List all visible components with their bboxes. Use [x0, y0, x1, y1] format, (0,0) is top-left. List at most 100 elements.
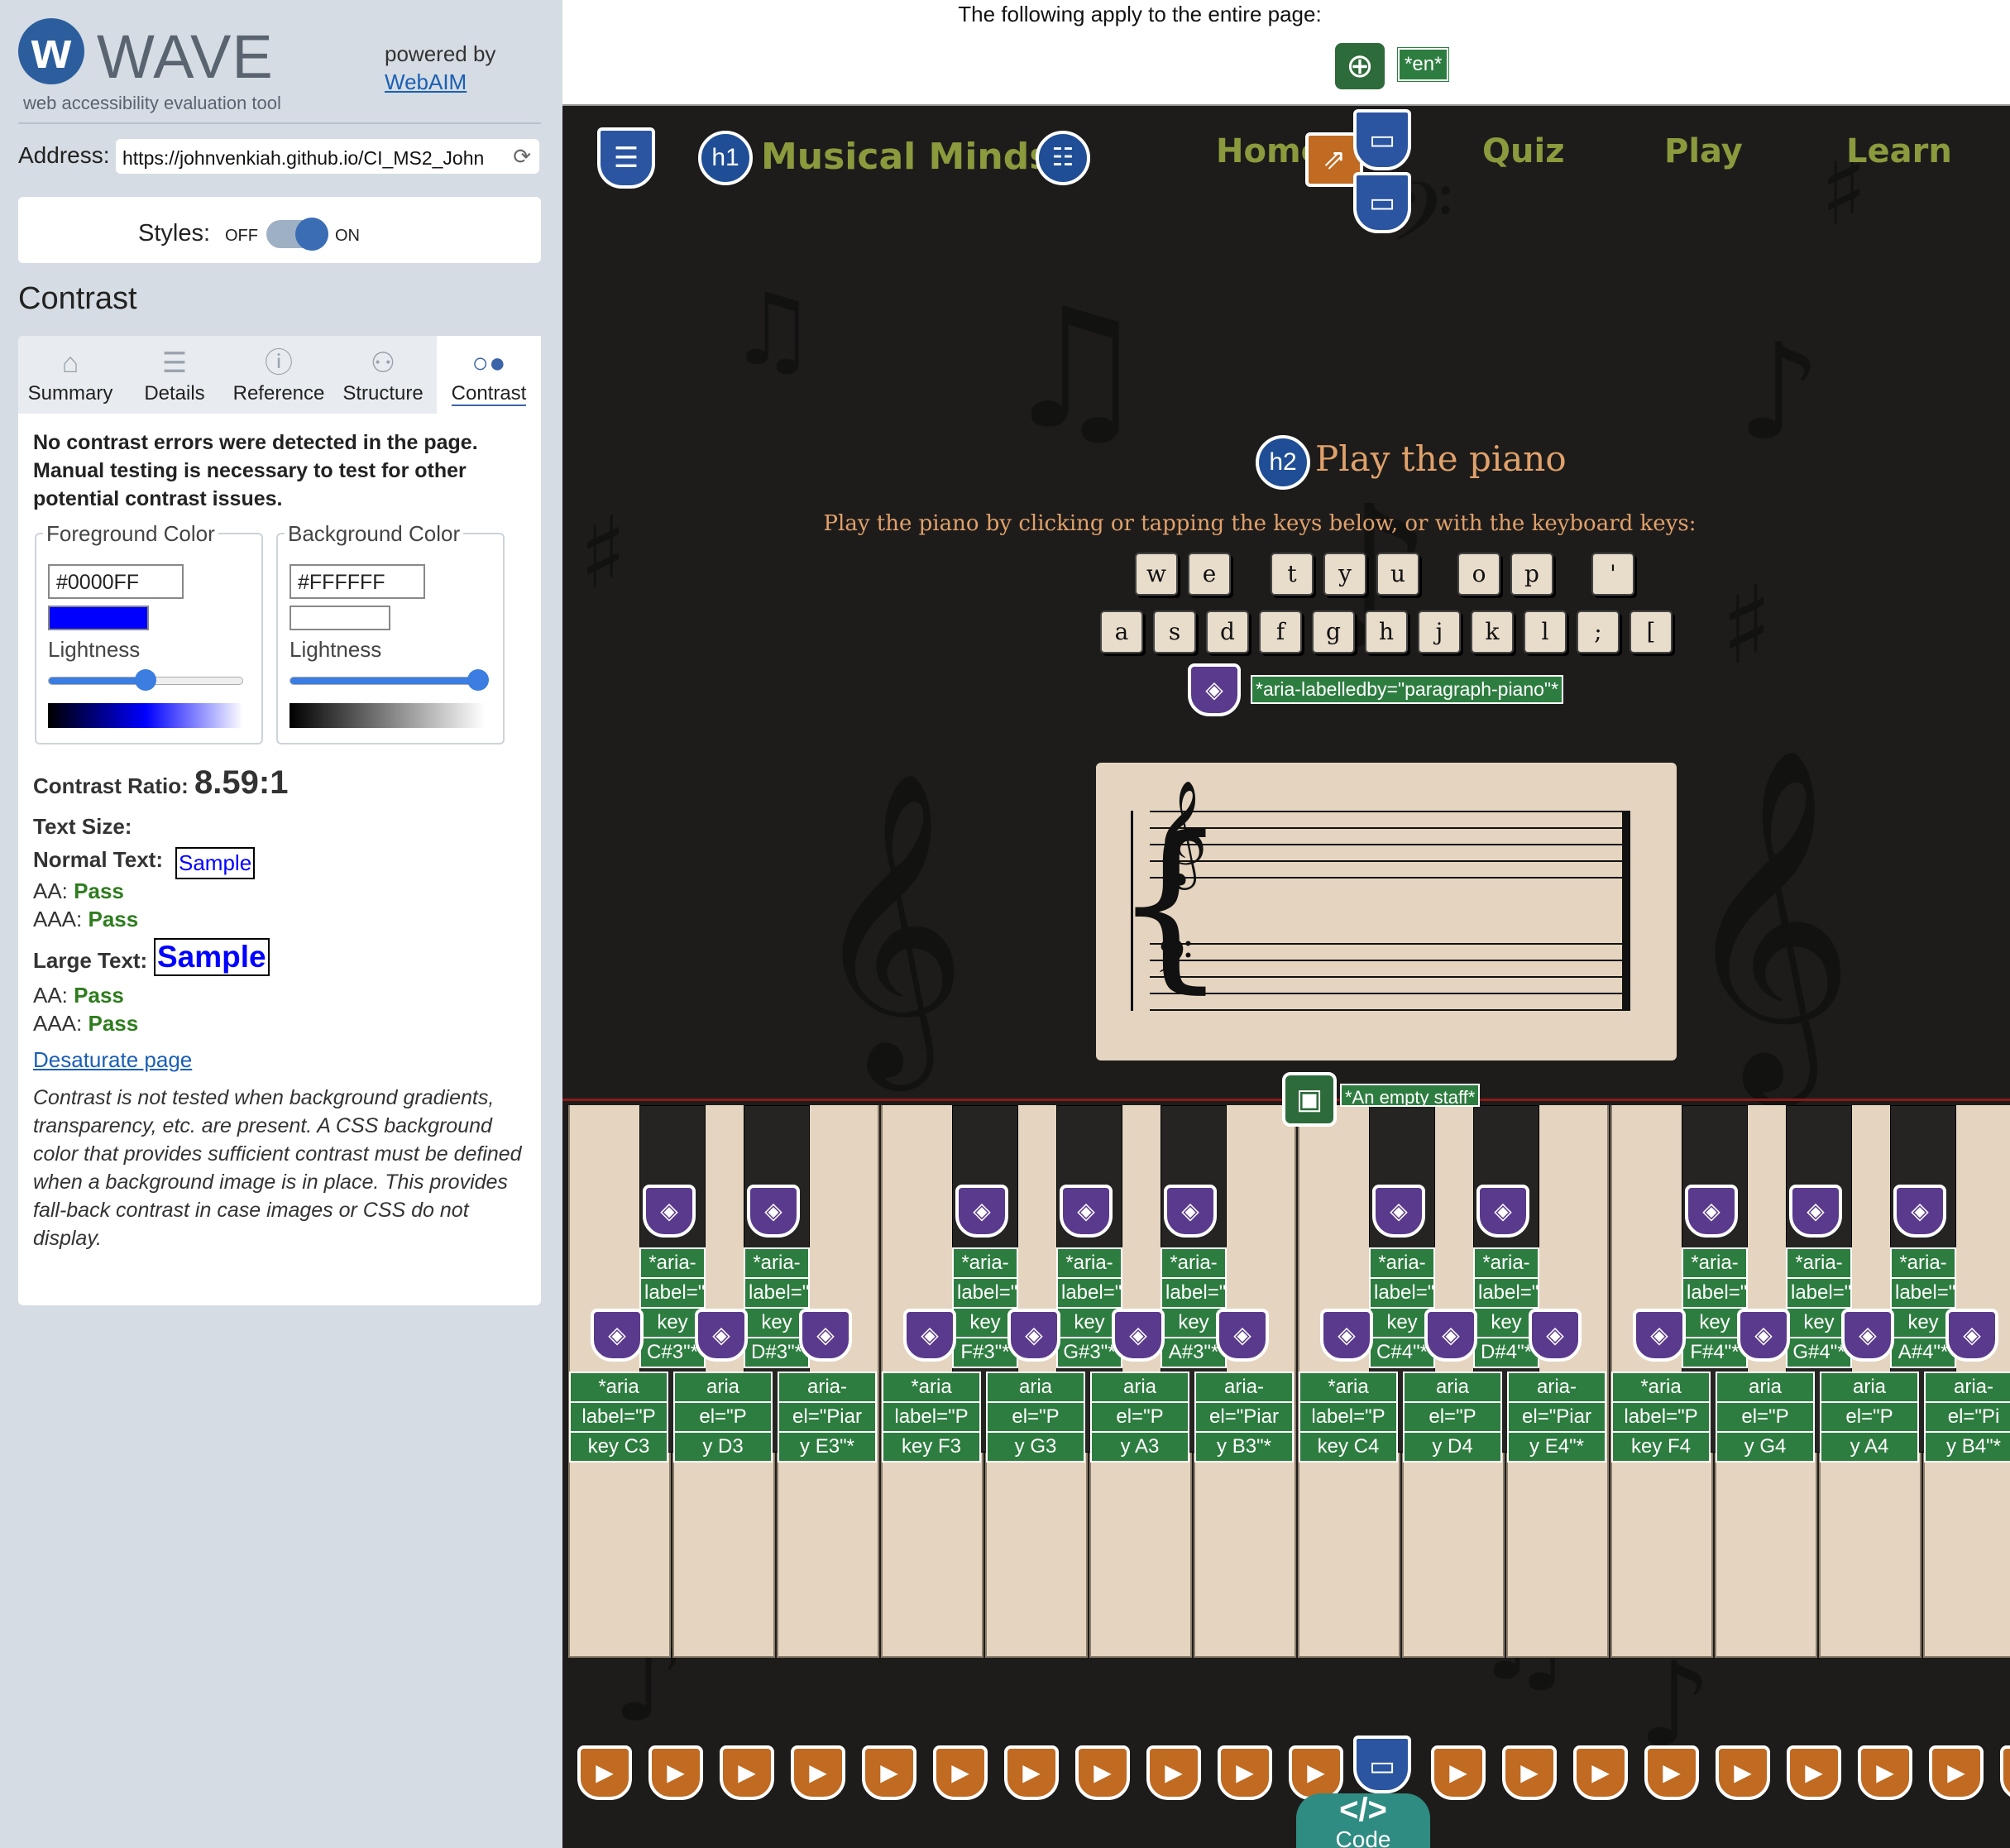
region-icon[interactable]: ▭ — [1353, 109, 1411, 170]
styles-toggle[interactable] — [266, 218, 328, 251]
aria-label-text[interactable]: el="P — [673, 1401, 773, 1433]
aria-tag-icon[interactable]: ◈ — [695, 1309, 748, 1362]
aria-label-text[interactable]: *aria — [1299, 1372, 1398, 1403]
aria-tag-icon[interactable]: ◈ — [1945, 1309, 1998, 1362]
aria-label-text[interactable]: label="Piano — [1473, 1277, 1539, 1309]
audio-alert-icon[interactable]: ▶ — [1075, 1745, 1130, 1800]
aria-label-text[interactable]: el="P — [1403, 1401, 1502, 1433]
aria-label-text[interactable]: label="Piano — [744, 1277, 810, 1309]
aria-label-text[interactable]: label="Piano — [1890, 1277, 1956, 1309]
aria-label-text[interactable]: label="Pian — [639, 1277, 706, 1309]
tab-summary[interactable]: ⌂ Summary — [18, 336, 122, 414]
heading-level-badge[interactable]: h1 — [698, 131, 753, 185]
aria-label-text[interactable]: el="P — [1820, 1401, 1919, 1433]
aria-label-text[interactable]: y A3 — [1090, 1431, 1189, 1463]
nav-learn[interactable]: Learn — [1846, 132, 1952, 170]
aria-label-text[interactable]: label="Pian — [1369, 1277, 1435, 1309]
audio-alert-icon[interactable]: ▶ — [1716, 1745, 1770, 1800]
aria-tag-icon[interactable]: ◈ — [1737, 1309, 1790, 1362]
aria-tag-icon[interactable]: ◈ — [591, 1309, 644, 1362]
aria-label-text[interactable]: *aria — [1611, 1372, 1711, 1403]
aria-label-text[interactable]: *aria — [882, 1372, 981, 1403]
globe-icon[interactable]: ⊕ — [1335, 43, 1385, 89]
aria-label-text[interactable]: label="P — [569, 1401, 668, 1433]
aria-label-text[interactable]: el="Piar — [1507, 1401, 1606, 1433]
site-brand[interactable]: Musical Minds — [761, 136, 1050, 178]
aria-tag-icon[interactable]: ◈ — [1060, 1185, 1113, 1238]
audio-alert-icon[interactable]: ▶ — [720, 1745, 774, 1800]
audio-alert-icon[interactable]: ▶ — [1502, 1745, 1557, 1800]
aria-tag-icon[interactable]: ◈ — [1841, 1309, 1894, 1362]
aria-tag-icon[interactable]: ◈ — [747, 1185, 800, 1238]
audio-alert-icon[interactable]: ▶ — [1218, 1745, 1272, 1800]
audio-alert-icon[interactable]: ▶ — [577, 1745, 632, 1800]
aria-tag-icon[interactable]: ◈ — [1112, 1309, 1165, 1362]
aria-label-text[interactable]: aria- — [778, 1372, 877, 1403]
aria-tag-icon[interactable]: ◈ — [1164, 1185, 1217, 1238]
aria-label-text[interactable]: el="P — [1090, 1401, 1189, 1433]
aria-label-text[interactable]: *aria- — [1682, 1247, 1748, 1279]
aria-label-text[interactable]: key F4 — [1611, 1431, 1711, 1463]
aria-label-text[interactable]: el="Pi — [1924, 1401, 2010, 1433]
aria-tag-icon[interactable]: ◈ — [1633, 1309, 1686, 1362]
aria-label-text[interactable]: el="P — [1716, 1401, 1815, 1433]
heading-level-badge[interactable]: h2 — [1256, 435, 1310, 490]
aria-label-text[interactable]: aria — [986, 1372, 1085, 1403]
aria-label-text[interactable]: *aria- — [1786, 1247, 1852, 1279]
aria-tag-icon[interactable]: ◈ — [1007, 1309, 1060, 1362]
audio-alert-icon[interactable]: ▶ — [1929, 1745, 1984, 1800]
aria-label-text[interactable]: label="Pian — [1056, 1277, 1122, 1309]
structure-icon[interactable]: ☰ — [597, 127, 655, 189]
slider-knob[interactable] — [135, 669, 156, 691]
audio-alert-icon[interactable]: ▶ — [1289, 1745, 1343, 1800]
aria-tag-icon[interactable]: ◈ — [1372, 1185, 1425, 1238]
aria-label-text[interactable]: aria — [1820, 1372, 1919, 1403]
aria-tag-icon[interactable]: ◈ — [1320, 1309, 1373, 1362]
aria-label-text[interactable]: y E4"* — [1507, 1431, 1606, 1463]
aria-label-text[interactable]: aria- — [1194, 1372, 1294, 1403]
audio-alert-icon[interactable]: ▶ — [1573, 1745, 1628, 1800]
aria-labelledby-label[interactable]: *aria-labelledby="paragraph-piano"* — [1251, 675, 1564, 704]
foreground-hex-input[interactable]: #0000FF — [48, 564, 184, 599]
aria-label-text[interactable]: *aria- — [952, 1247, 1018, 1279]
aria-tag-icon[interactable]: ◈ — [1789, 1185, 1842, 1238]
aria-label-text[interactable]: label="P — [1299, 1401, 1398, 1433]
reload-icon[interactable]: ⟳ — [513, 144, 531, 170]
tab-contrast[interactable]: ○● Contrast — [437, 336, 541, 414]
aria-label-text[interactable]: label="P — [1611, 1401, 1711, 1433]
nav-quiz[interactable]: Quiz — [1482, 132, 1564, 170]
aria-label-text[interactable]: aria — [673, 1372, 773, 1403]
region-icon[interactable]: ▭ — [1353, 172, 1411, 233]
aria-label-text[interactable]: y B4"* — [1924, 1431, 2010, 1463]
aria-tag-icon[interactable]: ◈ — [1188, 663, 1241, 716]
aria-label-text[interactable]: aria — [1403, 1372, 1502, 1403]
aria-label-text[interactable]: *aria- — [1161, 1247, 1227, 1279]
aria-label-text[interactable]: *aria- — [744, 1247, 810, 1279]
audio-alert-icon[interactable]: ▶ — [1146, 1745, 1201, 1800]
aria-label-text[interactable]: label="Pian — [1786, 1277, 1852, 1309]
audio-alert-icon[interactable]: ▶ — [1787, 1745, 1841, 1800]
nav-play[interactable]: Play — [1664, 132, 1743, 170]
audio-alert-icon[interactable]: ▶ — [791, 1745, 845, 1800]
audio-alert-icon[interactable]: ▶ — [2000, 1745, 2010, 1800]
aria-tag-icon[interactable]: ◈ — [1529, 1309, 1582, 1362]
audio-alert-icon[interactable]: ▶ — [1644, 1745, 1699, 1800]
aria-label-text[interactable]: label="P — [882, 1401, 981, 1433]
tab-reference[interactable]: ⓘ Reference — [227, 336, 331, 414]
aria-tag-icon[interactable]: ◈ — [1476, 1185, 1529, 1238]
aria-label-text[interactable]: y G3 — [986, 1431, 1085, 1463]
aria-label-text[interactable]: label="Pian — [952, 1277, 1018, 1309]
region-icon[interactable]: ▭ — [1353, 1735, 1411, 1793]
image-icon[interactable]: ▣ — [1282, 1072, 1337, 1127]
aria-label-text[interactable]: el="Piar — [1194, 1401, 1294, 1433]
audio-alert-icon[interactable]: ▶ — [1858, 1745, 1912, 1800]
aria-label-text[interactable]: y D4 — [1403, 1431, 1502, 1463]
aria-tag-icon[interactable]: ◈ — [1893, 1185, 1946, 1238]
aria-label-text[interactable]: key C4 — [1299, 1431, 1398, 1463]
aria-label-text[interactable]: *aria- — [1369, 1247, 1435, 1279]
foreground-lightness-slider[interactable] — [48, 669, 243, 691]
aria-label-text[interactable]: *aria- — [639, 1247, 706, 1279]
aria-label-text[interactable]: aria — [1716, 1372, 1815, 1403]
aria-label-text[interactable]: y B3"* — [1194, 1431, 1294, 1463]
aria-tag-icon[interactable]: ◈ — [1216, 1309, 1269, 1362]
